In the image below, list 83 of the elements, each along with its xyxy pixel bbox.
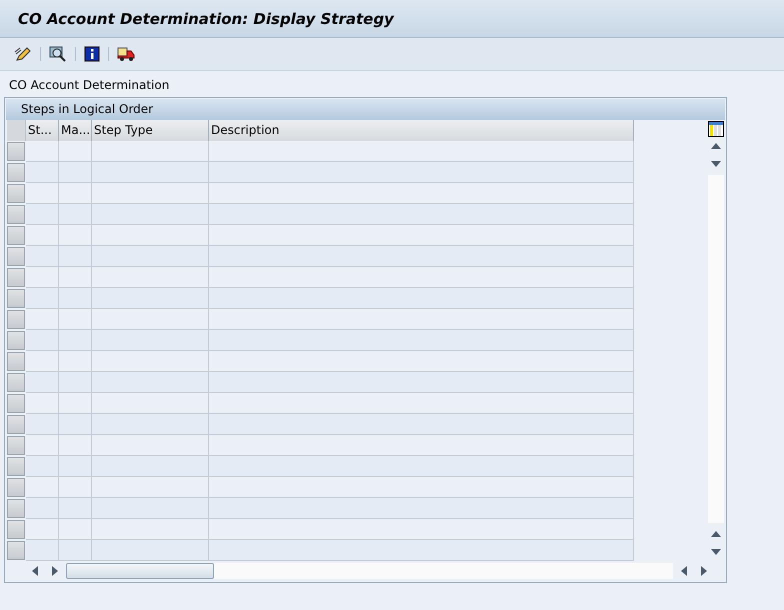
table-cell: [59, 162, 92, 183]
row-selector[interactable]: [7, 478, 25, 497]
scroll-right-icon[interactable]: [52, 566, 58, 576]
table-cell: [26, 246, 59, 267]
window-title: CO Account Determination: Display Strategy: [18, 10, 394, 28]
table-cell: [59, 225, 92, 246]
column-header[interactable]: Description: [209, 120, 634, 141]
scroll-down-icon[interactable]: [711, 549, 721, 555]
table-cell: [26, 435, 59, 456]
row-selector[interactable]: [7, 541, 25, 560]
table-cell: [26, 288, 59, 309]
table-cell: [59, 309, 92, 330]
row-selector[interactable]: [7, 520, 25, 539]
table-cell: [26, 540, 59, 561]
table-cell: [26, 477, 59, 498]
row-selector[interactable]: [7, 142, 25, 161]
row-selector[interactable]: [7, 205, 25, 224]
table-cell: [59, 267, 92, 288]
table-cell: [26, 456, 59, 477]
table-cell: [26, 414, 59, 435]
column-header[interactable]: Step Type: [92, 120, 209, 141]
scroll-left-icon[interactable]: [32, 566, 38, 576]
scroll-right-icon[interactable]: [701, 566, 707, 576]
table-cell: [59, 435, 92, 456]
table-title: Steps in Logical Order: [6, 99, 725, 120]
table-cell: [26, 225, 59, 246]
column-header[interactable]: St...: [26, 120, 59, 141]
table-cell: [59, 288, 92, 309]
table-cell: [26, 498, 59, 519]
row-selector[interactable]: [7, 289, 25, 308]
table-cell: [59, 414, 92, 435]
table-cell: [26, 162, 59, 183]
truck-icon[interactable]: [117, 46, 135, 62]
row-selector[interactable]: [7, 310, 25, 329]
scroll-up-icon[interactable]: [711, 143, 721, 149]
table-cell: [26, 141, 59, 162]
header-corner: [7, 120, 26, 141]
row-selector[interactable]: [7, 163, 25, 182]
table-cell: [26, 204, 59, 225]
table-cell: [26, 393, 59, 414]
row-selector[interactable]: [7, 499, 25, 518]
table-cell: [26, 267, 59, 288]
horizontal-scrollbar-track[interactable]: [66, 563, 673, 579]
table-cell: [59, 183, 92, 204]
row-selector[interactable]: [7, 457, 25, 476]
table-cell: [26, 330, 59, 351]
column-settings-icon[interactable]: [708, 121, 724, 137]
table-cell: [59, 141, 92, 162]
row-selector[interactable]: [7, 352, 25, 371]
table-cell: [59, 204, 92, 225]
scrollbar-thumb[interactable]: [66, 563, 214, 579]
table-cell: [59, 330, 92, 351]
row-selector[interactable]: [7, 415, 25, 434]
row-selector[interactable]: [7, 394, 25, 413]
table-cell: [59, 498, 92, 519]
table-cell: [26, 372, 59, 393]
table-cell: [59, 477, 92, 498]
magnifier-icon[interactable]: [49, 46, 67, 62]
row-selector[interactable]: [7, 331, 25, 350]
table-cell: [59, 519, 92, 540]
row-selector[interactable]: [7, 373, 25, 392]
scroll-down-icon[interactable]: [711, 161, 721, 167]
section-label: CO Account Determination: [8, 78, 170, 94]
row-selector[interactable]: [7, 226, 25, 245]
row-selector[interactable]: [7, 184, 25, 203]
table-cell: [59, 540, 92, 561]
column-header[interactable]: Ma...: [59, 120, 92, 141]
table-cell: [26, 351, 59, 372]
table-cell: [59, 456, 92, 477]
table-cell: [26, 309, 59, 330]
info-icon[interactable]: [84, 46, 100, 62]
table-cell: [59, 246, 92, 267]
table-cell: [59, 393, 92, 414]
row-selector[interactable]: [7, 268, 25, 287]
table-cell: [26, 183, 59, 204]
table-cell: [59, 351, 92, 372]
scroll-up-icon[interactable]: [711, 531, 721, 537]
scroll-left-icon[interactable]: [681, 566, 687, 576]
table-cell: [26, 519, 59, 540]
pencil-icon[interactable]: [14, 46, 32, 62]
row-selector[interactable]: [7, 436, 25, 455]
table-cell: [59, 372, 92, 393]
row-selector[interactable]: [7, 247, 25, 266]
